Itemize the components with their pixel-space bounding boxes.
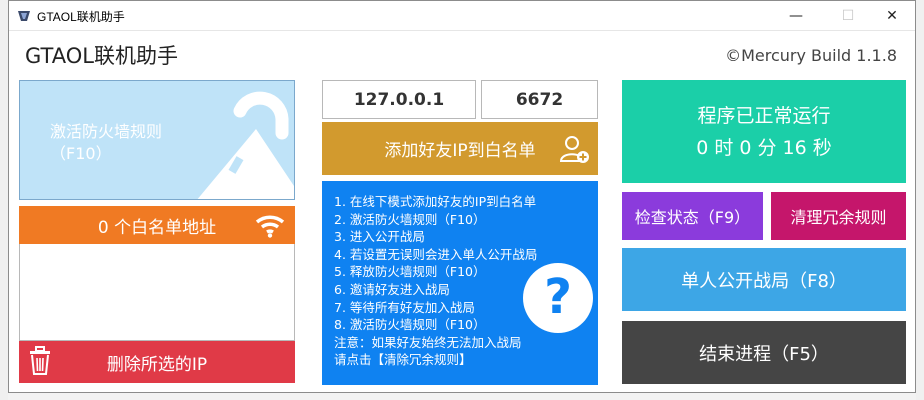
add-user-icon: [560, 136, 589, 163]
whitelist-header: 0 个白名单地址: [19, 206, 295, 244]
guide-line: 2. 激活防火墙规则（F10）: [334, 211, 486, 227]
desktop-left-strip: [0, 0, 8, 400]
wifi-icon: [255, 215, 285, 238]
uptime-counter: 0 时 0 分 16 秒: [696, 136, 832, 159]
window-title: GTAOL联机助手: [37, 10, 125, 24]
whitelist-list[interactable]: [19, 244, 295, 341]
minimize-icon: —: [789, 8, 803, 24]
clean-redundant-rules-button[interactable]: 清理冗余规则: [771, 192, 906, 240]
check-status-label: 检查状态（F9）: [634, 208, 751, 227]
solo-session-label: 单人公开战局（F8）: [681, 270, 847, 292]
port-field[interactable]: 6672: [481, 80, 598, 119]
add-friend-to-whitelist-button[interactable]: 添加好友IP到白名单: [322, 122, 598, 175]
close-button[interactable]: ✕: [869, 1, 915, 31]
instructions-panel: 1. 在线下模式添加好友的IP到白名单 2. 激活防火墙规则（F10） 3. 进…: [322, 181, 598, 385]
title-bar[interactable]: GTAOL联机助手 — ☐ ✕: [9, 1, 915, 31]
guide-note: 注意：如果好友始终无法加入战局: [334, 334, 522, 350]
desktop-right-strip: [916, 0, 924, 400]
guide-line: 1. 在线下模式添加好友的IP到白名单: [334, 194, 537, 209]
build-version: ©Mercury Build 1.1.8: [725, 46, 897, 65]
solo-public-session-button[interactable]: 单人公开战局（F8）: [622, 248, 906, 311]
minimize-button[interactable]: —: [773, 1, 819, 31]
firewall-label-line1: 激活防火墙规则: [50, 122, 163, 141]
app-title: GTAOL联机助手: [25, 44, 178, 68]
ip-address-field[interactable]: 127.0.0.1: [322, 80, 476, 119]
end-process-button[interactable]: 结束进程（F5）: [622, 321, 906, 384]
status-text: 程序已正常运行: [697, 104, 831, 127]
trash-icon: [30, 346, 50, 375]
app-header: GTAOL联机助手 ©Mercury Build 1.1.8: [9, 32, 915, 76]
guide-note: 请点击【清除冗余规则】: [334, 352, 472, 368]
close-icon: ✕: [886, 8, 898, 24]
help-icon[interactable]: ?: [523, 263, 593, 333]
guide-line: 4. 若设置无误则会进入单人公开战局: [334, 246, 538, 262]
status-panel: 程序已正常运行 0 时 0 分 16 秒: [622, 80, 906, 183]
maximize-icon: ☐: [841, 8, 855, 24]
maximize-button[interactable]: ☐: [825, 1, 871, 31]
guide-line: 3. 进入公开战局: [334, 229, 425, 245]
add-friend-label: 添加好友IP到白名单: [384, 141, 536, 161]
activate-firewall-button[interactable]: 激活防火墙规则 （F10）: [19, 80, 295, 200]
check-status-button[interactable]: 检查状态（F9）: [622, 192, 763, 240]
delete-label: 删除所选的IP: [106, 354, 208, 375]
end-process-label: 结束进程（F5）: [699, 343, 829, 365]
firewall-label-line2: （F10）: [50, 144, 112, 163]
delete-selected-ip-button[interactable]: 删除所选的IP: [19, 341, 295, 383]
app-icon: [18, 11, 30, 21]
app-window: GTAOL联机助手 — ☐ ✕ GTAOL联机助手 ©Mercury Build…: [8, 0, 916, 393]
firewall-label: 激活防火墙规则 （F10）: [50, 121, 162, 165]
whitelist-count: 0 个白名单地址: [97, 217, 217, 238]
clean-rules-label: 清理冗余规则: [790, 208, 887, 227]
